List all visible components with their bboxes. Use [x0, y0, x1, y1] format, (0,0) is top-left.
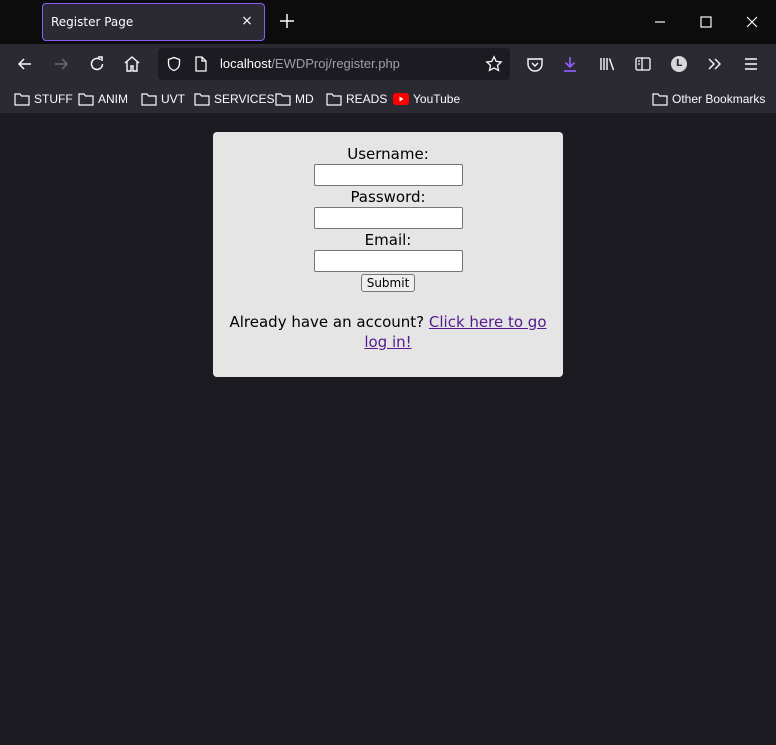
nav-toolbar: localhost/EWDProj/register.php L [0, 44, 776, 84]
forward-icon[interactable] [51, 54, 71, 74]
bookmark-folder-stuff[interactable]: STUFF [14, 91, 73, 107]
tab-title: Register Page [51, 15, 134, 29]
folder-icon [14, 93, 30, 106]
url-path: /EWDProj/register.php [271, 56, 400, 71]
bookmark-label: MD [295, 92, 314, 106]
sidebar-icon[interactable] [633, 54, 653, 74]
back-icon[interactable] [15, 54, 35, 74]
bookmark-folder-other[interactable]: Other Bookmarks [652, 91, 765, 107]
page-content: Username: Password: Email: Submit Alread… [0, 113, 776, 745]
url-bar[interactable]: localhost/EWDProj/register.php [158, 48, 510, 80]
new-tab-icon[interactable] [278, 12, 296, 30]
bookmark-folder-services[interactable]: SERVICES [194, 91, 274, 107]
password-input[interactable] [313, 207, 463, 229]
bookmark-label: SERVICES [214, 92, 275, 106]
password-label: Password: [350, 188, 426, 206]
reload-icon[interactable] [87, 54, 107, 74]
bookmark-folder-uvt[interactable]: UVT [141, 91, 185, 107]
folder-icon [275, 93, 291, 106]
folder-icon [194, 93, 210, 106]
submit-button[interactable]: Submit [360, 274, 416, 292]
url-host: localhost [220, 56, 272, 71]
page-icon[interactable] [194, 56, 208, 72]
username-input[interactable] [313, 164, 463, 186]
account-initial: L [675, 58, 683, 69]
hamburger-menu-icon[interactable] [741, 54, 761, 74]
home-icon[interactable] [122, 54, 142, 74]
title-bar: Register Page × [0, 0, 776, 44]
youtube-icon [393, 93, 409, 105]
library-icon[interactable] [597, 54, 617, 74]
tab-register-page[interactable]: Register Page × [42, 3, 265, 41]
email-label: Email: [364, 231, 412, 249]
overflow-chevron-icon[interactable] [705, 54, 725, 74]
bookmark-folder-anim[interactable]: ANIM [78, 91, 128, 107]
bookmark-label: ANIM [98, 92, 128, 106]
folder-icon [78, 93, 94, 106]
bookmark-label: Other Bookmarks [672, 92, 766, 106]
folder-icon [652, 93, 668, 106]
account-avatar[interactable]: L [669, 54, 689, 74]
username-label: Username: [347, 145, 429, 163]
bookmark-label: READS [346, 92, 388, 106]
login-prompt-text: Already have an account? [229, 313, 425, 331]
minimize-icon[interactable] [650, 12, 670, 32]
bookmark-label: STUFF [34, 92, 73, 106]
bookmark-label: YouTube [413, 92, 461, 106]
downloads-icon[interactable] [560, 54, 580, 74]
maximize-icon[interactable] [696, 12, 716, 32]
shield-icon[interactable] [166, 56, 182, 72]
bookmark-label: UVT [161, 92, 185, 106]
bookmark-star-icon[interactable] [485, 55, 503, 73]
folder-icon [141, 93, 157, 106]
pocket-icon[interactable] [525, 54, 545, 74]
email-input[interactable] [313, 250, 463, 272]
bookmark-folder-reads[interactable]: READS [326, 91, 387, 107]
bookmark-folder-md[interactable]: MD [275, 91, 314, 107]
close-tab-icon[interactable]: × [240, 14, 254, 28]
login-prompt-line: Already have an account? Click here to g… [228, 312, 548, 352]
close-window-icon[interactable] [742, 12, 762, 32]
register-form: Username: Password: Email: Submit Alread… [213, 132, 563, 377]
url-text[interactable]: localhost/EWDProj/register.php [220, 56, 400, 71]
folder-icon [326, 93, 342, 106]
bookmarks-bar: STUFF ANIM UVT SERVICES MD READS YouTube… [0, 84, 776, 113]
bookmark-youtube[interactable]: YouTube [393, 91, 460, 107]
